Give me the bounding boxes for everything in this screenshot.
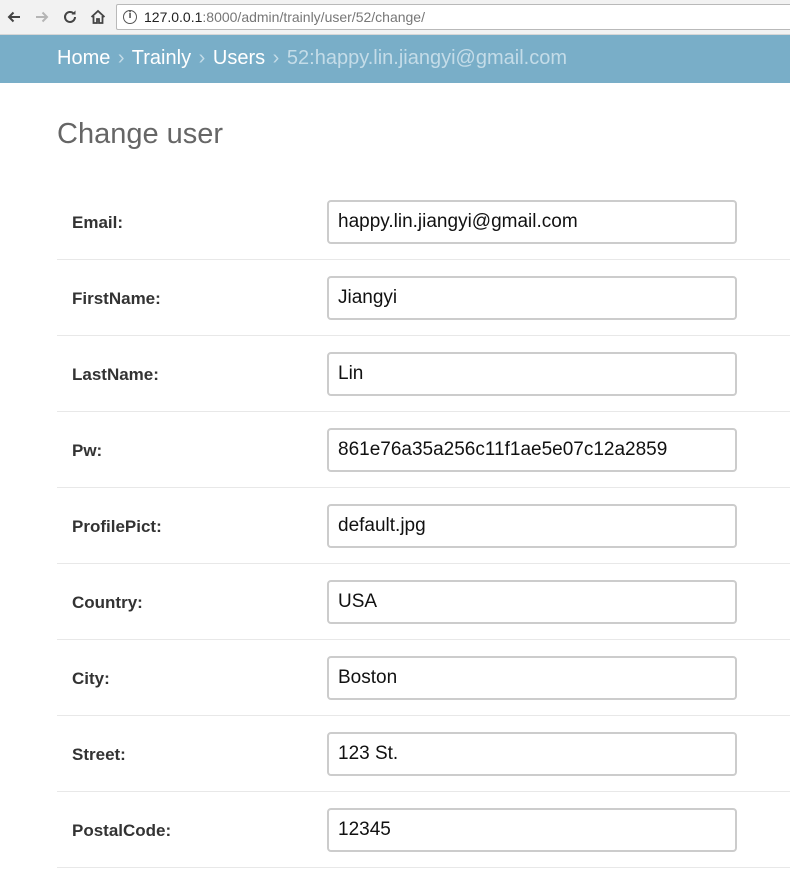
change-user-form: Email: FirstName: LastName: Pw: ProfileP… [57, 184, 790, 868]
form-row-postalcode: PostalCode: [57, 792, 790, 868]
breadcrumb: Home › Trainly › Users › 52:happy.lin.ji… [57, 45, 567, 71]
form-row-country: Country: [57, 564, 790, 640]
breadcrumb-current: 52:happy.lin.jiangyi@gmail.com [286, 47, 567, 69]
breadcrumb-model-link[interactable]: Users [213, 47, 265, 69]
firstname-field[interactable] [327, 276, 737, 320]
country-field[interactable] [327, 580, 737, 624]
reload-icon[interactable] [59, 6, 81, 28]
profilepict-label: ProfilePict: [72, 517, 162, 536]
form-row-lastname: LastName: [57, 336, 790, 412]
page-title: Change user [57, 118, 224, 150]
pw-label: Pw: [72, 441, 103, 460]
home-icon[interactable] [87, 6, 109, 28]
url-path: :8000/admin/trainly/user/52/change/ [202, 9, 425, 25]
lastname-label: LastName: [72, 365, 159, 384]
breadcrumb-home-link[interactable]: Home [57, 47, 110, 69]
postalcode-label: PostalCode: [72, 821, 172, 840]
form-row-email: Email: [57, 184, 790, 260]
breadcrumb-separator: › [117, 47, 125, 69]
postalcode-field[interactable] [327, 808, 737, 852]
pw-field[interactable] [327, 428, 737, 472]
breadcrumb-separator: › [272, 47, 280, 69]
form-row-street: Street: [57, 716, 790, 792]
address-bar[interactable]: i 127.0.0.1:8000/admin/trainly/user/52/c… [116, 4, 790, 30]
profilepict-field[interactable] [327, 504, 737, 548]
back-arrow-icon[interactable] [3, 6, 25, 28]
url-host: 127.0.0.1 [144, 9, 203, 25]
url-text: 127.0.0.1:8000/admin/trainly/user/52/cha… [144, 9, 425, 26]
info-icon[interactable]: i [123, 10, 137, 24]
street-label: Street: [72, 745, 126, 764]
form-row-city: City: [57, 640, 790, 716]
form-row-profilepict: ProfilePict: [57, 488, 790, 564]
email-field[interactable] [327, 200, 737, 244]
lastname-field[interactable] [327, 352, 737, 396]
firstname-label: FirstName: [72, 289, 161, 308]
city-field[interactable] [327, 656, 737, 700]
browser-toolbar: i 127.0.0.1:8000/admin/trainly/user/52/c… [0, 0, 790, 35]
breadcrumb-app-link[interactable]: Trainly [132, 47, 191, 69]
form-row-pw: Pw: [57, 412, 790, 488]
street-field[interactable] [327, 732, 737, 776]
breadcrumb-separator: › [198, 47, 206, 69]
country-label: Country: [72, 593, 143, 612]
email-label: Email: [72, 213, 124, 232]
city-label: City: [72, 669, 110, 688]
breadcrumb-bar: Home › Trainly › Users › 52:happy.lin.ji… [0, 35, 790, 83]
forward-arrow-icon[interactable] [31, 6, 53, 28]
form-row-firstname: FirstName: [57, 260, 790, 336]
